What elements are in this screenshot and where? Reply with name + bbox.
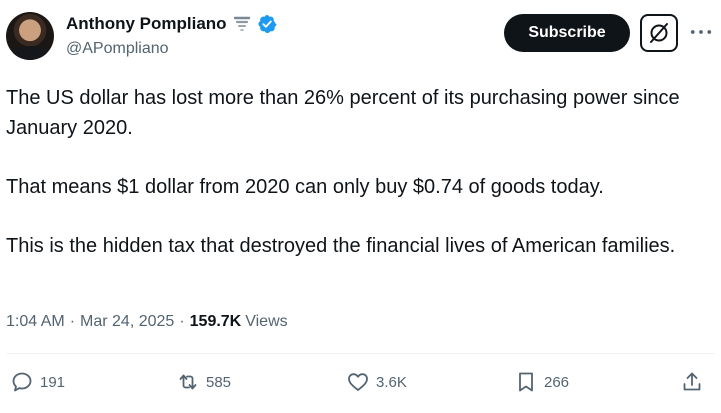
tweet-body: The US dollar has lost more than 26% per… [6,83,706,290]
tweet-time[interactable]: 1:04 AM [6,313,65,331]
tweet-meta: 1:04 AM · Mar 24, 2025 · 159.7K Views [6,313,288,331]
meta-separator: · [179,313,185,330]
verified-badge-icon [257,14,277,34]
grok-icon [650,23,668,43]
reply-button[interactable]: 191 [10,370,65,394]
author-display-name[interactable]: Anthony Pompliano [66,14,227,34]
subscribe-button[interactable]: Subscribe [504,14,630,52]
action-bar: 191 585 3.6K 266 [0,370,721,400]
bookmark-count: 266 [544,373,570,391]
author-handle[interactable]: @APompliano [66,40,169,58]
tornado-icon [233,15,251,33]
like-button[interactable]: 3.6K [346,370,407,394]
author-name-row: Anthony Pompliano [66,14,277,34]
tweet-paragraph: The US dollar has lost more than 26% per… [6,87,680,139]
bookmark-button[interactable]: 266 [514,370,569,394]
more-options-button[interactable] [688,22,714,42]
like-count: 3.6K [376,373,407,391]
repost-button[interactable]: 585 [176,370,231,394]
repost-count: 585 [206,373,232,391]
divider [6,353,715,354]
repost-icon [179,374,197,390]
share-icon [683,372,701,391]
more-dots-icon [690,30,712,34]
views-count: 159.7K [189,313,242,330]
bookmark-icon [519,372,533,392]
tweet-date[interactable]: Mar 24, 2025 [80,313,174,331]
heart-icon [348,373,368,391]
share-button[interactable] [680,370,704,394]
reply-icon [12,372,32,392]
avatar-shirt [12,46,48,60]
tweet-paragraph: This is the hidden tax that destroyed th… [6,235,676,257]
avatar[interactable] [6,12,54,60]
tweet-paragraph: That means $1 dollar from 2020 can only … [6,176,604,198]
views-label: Views [245,313,288,330]
reply-count: 191 [40,373,66,391]
grok-button[interactable] [640,14,678,52]
meta-separator: · [69,313,76,330]
